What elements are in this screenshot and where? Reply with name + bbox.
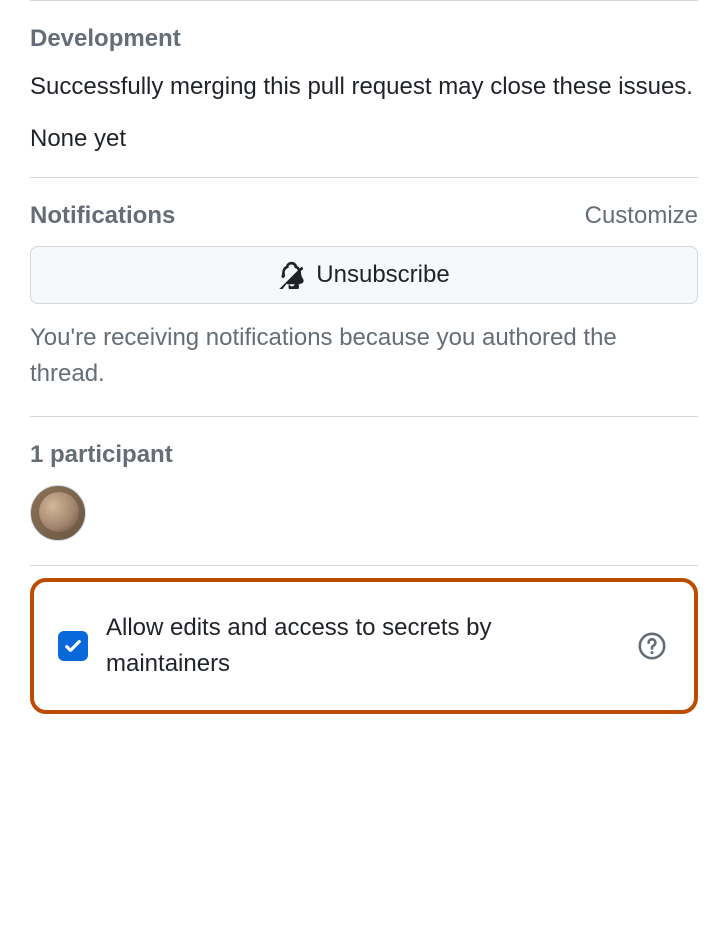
notifications-section: Notifications Customize Unsubscribe You'… — [30, 177, 698, 416]
development-section: Development Successfully merging this pu… — [30, 0, 698, 177]
development-description: Successfully merging this pull request m… — [30, 69, 698, 105]
unsubscribe-label: Unsubscribe — [316, 261, 449, 289]
development-header: Development — [30, 25, 698, 53]
development-none-yet: None yet — [30, 125, 698, 153]
notifications-title: Notifications — [30, 202, 175, 230]
development-title: Development — [30, 25, 181, 53]
bell-mute-icon — [278, 261, 306, 289]
allow-edits-label: Allow edits and access to secrets by mai… — [106, 610, 616, 682]
allow-edits-checkbox[interactable] — [58, 631, 88, 661]
avatar-image — [39, 492, 79, 532]
help-icon[interactable] — [634, 628, 670, 664]
participants-section: 1 participant Allow edits and access to … — [30, 416, 698, 738]
participant-avatar[interactable] — [30, 485, 86, 541]
notifications-header: Notifications Customize — [30, 202, 698, 230]
checkmark-icon — [63, 636, 83, 656]
notifications-reason: You're receiving notifications because y… — [30, 320, 698, 392]
divider — [30, 565, 698, 566]
unsubscribe-button[interactable]: Unsubscribe — [30, 246, 698, 304]
participants-count: 1 participant — [30, 441, 698, 469]
allow-edits-section: Allow edits and access to secrets by mai… — [30, 578, 698, 714]
customize-link[interactable]: Customize — [585, 202, 698, 230]
